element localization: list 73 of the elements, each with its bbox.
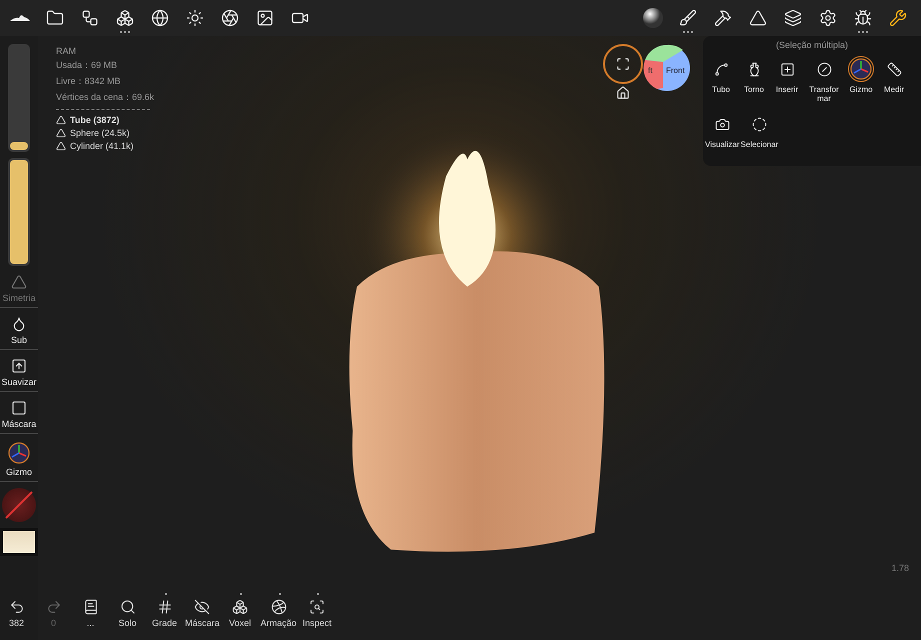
tool-button[interactable]: Torno (738, 56, 770, 104)
panel-title: (Seleção múltipla) (774, 40, 850, 50)
circle-slash-icon (816, 62, 832, 76)
redo-icon (46, 599, 62, 615)
home-icon[interactable] (616, 86, 630, 100)
logo-icon (8, 13, 30, 23)
side-tool-button[interactable]: Máscara (0, 398, 38, 434)
inspect-icon (309, 599, 326, 615)
tool-button[interactable]: Inserir (771, 56, 803, 104)
search-icon (120, 599, 136, 615)
folder-icon (46, 9, 64, 27)
tool-button[interactable]: Medir (878, 56, 910, 104)
sun-icon (186, 9, 204, 27)
object-list-item[interactable]: Sphere (24.5k) (56, 128, 154, 138)
hammer-icon (714, 9, 732, 27)
cubes-icon (232, 599, 248, 615)
triangle-icon (11, 274, 27, 290)
book-icon (82, 599, 98, 615)
square-plus-icon (780, 62, 794, 76)
gizmo-icon (850, 58, 872, 80)
bottom-tool-button[interactable]: Voxel (224, 593, 257, 628)
tool-button[interactable]: Selecionar (740, 111, 778, 150)
version-text: 1.78 (891, 563, 909, 573)
brush-icon (678, 9, 696, 27)
wire-ball-icon (270, 599, 287, 615)
ruler-icon (886, 62, 902, 76)
triangle-icon (748, 9, 766, 27)
drop-icon (11, 316, 27, 332)
nodes-icon (80, 9, 98, 27)
bottom-tool-button[interactable]: Solo (111, 593, 144, 628)
focus-icon (616, 57, 630, 71)
eye-off-icon (194, 599, 210, 615)
camera-icon (714, 116, 730, 132)
bug-icon (854, 9, 872, 27)
bottom-tool-button[interactable]: Grade (148, 593, 181, 628)
focus-button[interactable] (603, 44, 643, 84)
color-swatch[interactable] (2, 488, 36, 522)
bottom-tool-button[interactable]: 382 (0, 593, 33, 628)
bottom-tool-button[interactable]: Inspect (300, 593, 334, 628)
grid-icon (156, 599, 172, 615)
bottom-tool-button[interactable]: ... (74, 593, 107, 628)
side-tool-button[interactable]: Suavizar (0, 356, 38, 392)
globe-icon (150, 9, 168, 27)
stats-text: Usada：69 MB (56, 59, 118, 72)
side-tool-button[interactable]: Sub (0, 314, 38, 350)
slash-icon (4, 490, 34, 520)
tool-button[interactable]: Transfor mar (804, 56, 844, 104)
image-icon (256, 9, 274, 27)
wrench-icon (888, 9, 906, 27)
view-cube[interactable]: ft Front (643, 44, 691, 92)
tool-button[interactable]: Tubo (705, 56, 737, 104)
shaded-sphere-icon (642, 7, 664, 29)
tool-button[interactable]: Visualizar (705, 111, 740, 150)
cubes-icon (116, 9, 134, 27)
object-list-item[interactable]: Cylinder (41.1k) (56, 141, 154, 151)
stats-text: Vértices da cena：69.6k (56, 91, 154, 104)
tool-button[interactable]: Gizmo (845, 56, 877, 104)
material-swatch[interactable] (0, 528, 38, 556)
stats-text: RAM (56, 46, 77, 56)
undo-icon (8, 599, 24, 615)
gizmo-icon (8, 442, 30, 464)
square-icon (11, 400, 27, 416)
aperture-icon (220, 9, 238, 27)
curve-icon (714, 62, 728, 76)
slider-track[interactable] (8, 44, 30, 152)
object-list-item[interactable]: Tube (3872) (56, 115, 154, 125)
dashed-circle-icon (752, 116, 767, 132)
bottom-tool-button[interactable]: Máscara (185, 593, 220, 628)
stats-text: Livre：8342 MB (56, 75, 122, 88)
settings-icon (818, 9, 836, 27)
side-tool-button[interactable]: Gizmo (0, 440, 38, 482)
layers-icon (784, 9, 802, 27)
bottom-tool-button[interactable]: Armação (260, 593, 297, 628)
